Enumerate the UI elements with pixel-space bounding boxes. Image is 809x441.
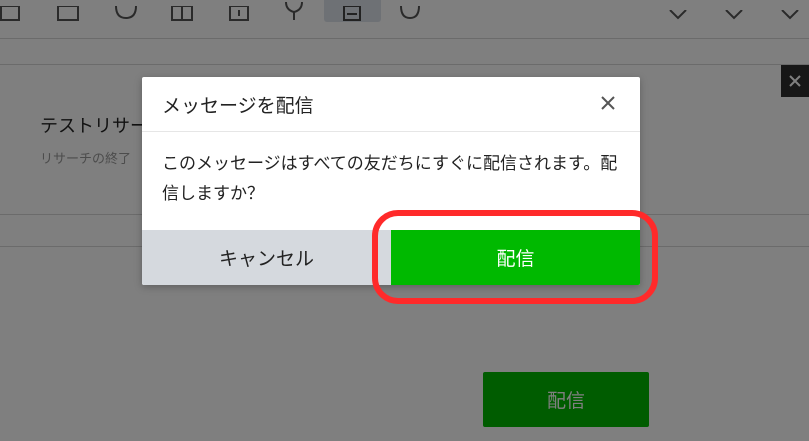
dialog-footer: キャンセル 配信 [142,230,640,285]
cancel-button[interactable]: キャンセル [142,230,391,285]
page: テストリサー リサーチの終了 配信 メッセージを配信 このメッセージはすべての友… [0,0,809,441]
dialog-message: このメッセージはすべての友だちにすぐに配信されます。配信しますか？ [162,154,618,204]
dialog-close-button[interactable] [596,93,620,117]
close-icon [600,95,616,115]
send-button[interactable]: 配信 [391,230,640,285]
dialog-header: メッセージを配信 [142,77,640,132]
dialog-title: メッセージを配信 [162,95,314,117]
send-message-dialog: メッセージを配信 このメッセージはすべての友だちにすぐに配信されます。配信します… [142,77,640,285]
